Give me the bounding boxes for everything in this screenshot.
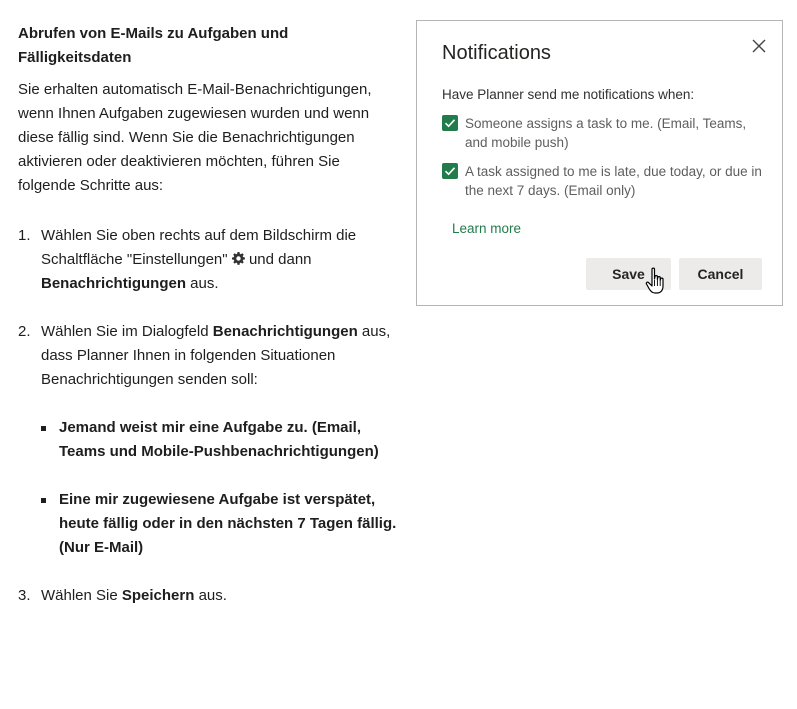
step-bold: Speichern	[121, 587, 195, 604]
dialog-subtitle: Have Planner send me notifications when:	[442, 87, 695, 102]
option-label: Someone assigns a task to me. (Email, Te…	[465, 116, 747, 150]
checkbox-checked[interactable]	[442, 163, 458, 179]
dialog-title: Notifications	[442, 42, 551, 64]
close-icon[interactable]	[752, 39, 766, 53]
list-item: Jemand weist mir eine Aufgabe zu. (Email…	[41, 416, 398, 464]
learn-more-link[interactable]: Learn more	[452, 221, 521, 236]
article-heading: Abrufen von E-Mails zu Aufgaben und Fäll…	[18, 25, 289, 66]
article-intro: Sie erhalten automatisch E-Mail-Benachri…	[18, 81, 372, 194]
gear-icon	[231, 252, 245, 265]
step-number: 3.	[18, 587, 31, 604]
checkbox-checked[interactable]	[442, 115, 458, 131]
step-bold: Benachrichtigungen	[212, 323, 358, 340]
check-icon	[444, 167, 456, 176]
step-number: 2.	[18, 323, 31, 340]
step-number: 1.	[18, 227, 31, 244]
list-item-text: Eine mir zugewiesene Aufgabe ist verspät…	[59, 491, 397, 556]
notifications-dialog: Notifications Have Planner send me notif…	[416, 20, 783, 306]
step-text: Wählen Sie im Dialogfeld	[41, 323, 213, 340]
step-text: und dann	[244, 251, 312, 268]
step-3: 3. Wählen Sie Speichern aus.	[18, 584, 398, 608]
steps-list: 1. Wählen Sie oben rechts auf dem Bildsc…	[18, 224, 398, 608]
check-icon	[444, 119, 456, 128]
option-due[interactable]: A task assigned to me is late, due today…	[442, 162, 762, 200]
option-assigned[interactable]: Someone assigns a task to me. (Email, Te…	[442, 114, 762, 152]
bullet-icon	[41, 498, 46, 503]
step-1: 1. Wählen Sie oben rechts auf dem Bildsc…	[18, 224, 398, 296]
cancel-button[interactable]: Cancel	[679, 258, 762, 290]
help-article: Abrufen von E-Mails zu Aufgaben und Fäll…	[18, 22, 398, 632]
bullet-icon	[41, 426, 46, 431]
option-label: A task assigned to me is late, due today…	[465, 164, 762, 198]
step-2: 2. Wählen Sie im Dialogfeld Benachrichti…	[18, 320, 398, 560]
step-text: Wählen Sie	[41, 587, 122, 604]
hand-cursor-icon	[645, 267, 664, 294]
option-list: Jemand weist mir eine Aufgabe zu. (Email…	[41, 416, 398, 560]
list-item-text: Jemand weist mir eine Aufgabe zu. (Email…	[59, 419, 379, 460]
step-text: aus.	[194, 587, 227, 604]
step-text: aus.	[186, 275, 219, 292]
list-item: Eine mir zugewiesene Aufgabe ist verspät…	[41, 488, 398, 560]
step-bold: Benachrichtigungen	[41, 275, 187, 292]
